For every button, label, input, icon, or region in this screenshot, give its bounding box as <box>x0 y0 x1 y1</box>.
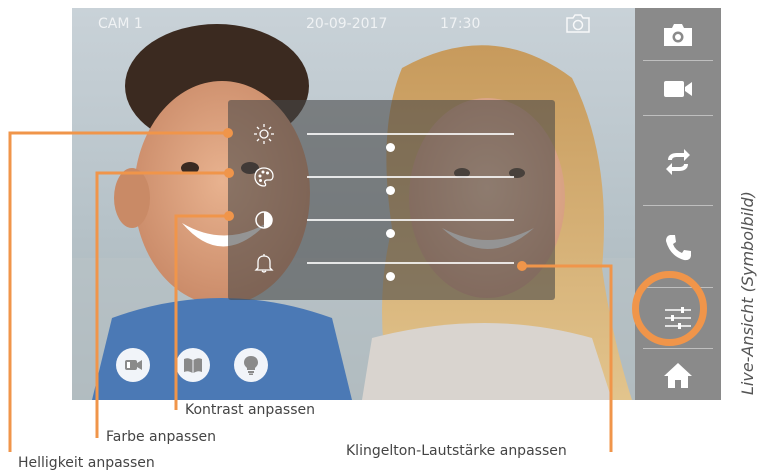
callout-lines <box>8 128 613 452</box>
brightness-callout: Helligkeit anpassen <box>18 455 155 471</box>
contrast-callout: Kontrast anpassen <box>185 402 315 418</box>
live-view-caption: Live-Ansicht (Symbolbild) <box>738 191 757 395</box>
color-callout: Farbe anpassen <box>106 429 217 445</box>
ringtone-volume-callout: Klingelton-Lautstärke anpassen <box>346 443 567 459</box>
